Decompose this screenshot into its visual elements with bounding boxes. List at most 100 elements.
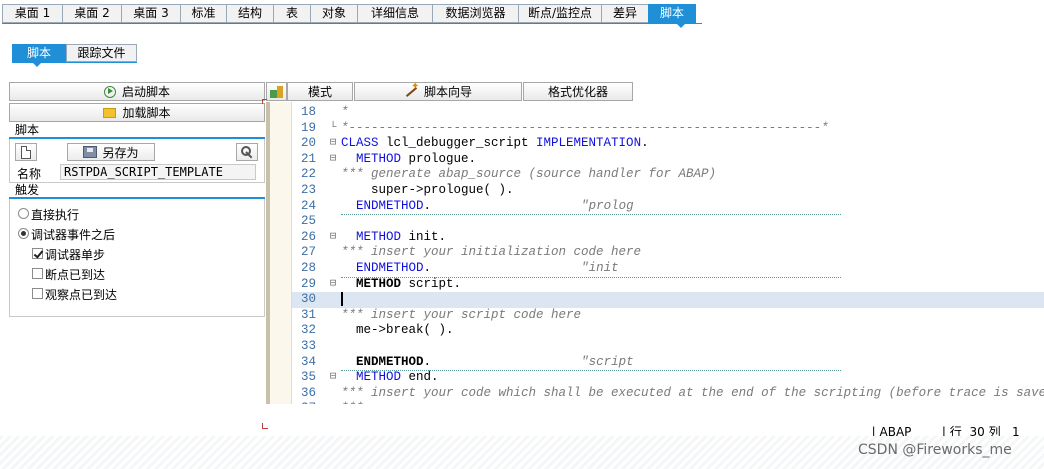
editor-toolbar: 模式 脚本向导 格式优化器 (266, 81, 1044, 102)
save-icon (83, 146, 98, 158)
line-number: 27 (300, 245, 316, 260)
code-text: *** generate abap_source (source handler… (341, 167, 717, 182)
radio-after-debugger-event-label: 调试器事件之后 (31, 228, 116, 242)
code-line[interactable]: 25 (292, 214, 1044, 230)
fold-toggle-icon[interactable]: ⊟ (328, 230, 338, 246)
code-line[interactable]: 21 ⊟ METHOD prologue. (292, 152, 1044, 168)
tab-table[interactable]: 表 (273, 4, 310, 23)
subtab-script[interactable]: 脚本 (12, 44, 66, 62)
magic-wand-icon (404, 81, 419, 99)
script-wizard-label: 脚本向导 (423, 85, 472, 99)
line-number: 37 (292, 401, 316, 404)
new-script-button[interactable] (15, 143, 37, 161)
start-script-button[interactable]: 启动脚本 (9, 82, 265, 101)
line-number: 29 (300, 276, 316, 291)
code-text: super->prologue( ). (341, 183, 514, 197)
subtab-trace-file[interactable]: 跟踪文件 (66, 44, 137, 62)
fold-toggle-icon[interactable]: ⊟ (328, 277, 338, 293)
checkbox-watchpoint-reached-label: 观察点已到达 (45, 288, 118, 302)
script-name-field[interactable]: RSTPDA_SCRIPT_TEMPLATE (60, 164, 256, 180)
pretty-printer-button[interactable]: 格式优化器 (523, 82, 633, 101)
fold-toggle-icon[interactable]: ⊟ (328, 370, 338, 386)
code-text: METHOD end. (356, 370, 439, 385)
line-number: 32 (300, 323, 316, 338)
display-objects-icon (269, 85, 284, 99)
code-line[interactable]: 32 me->break( ). (292, 323, 1044, 339)
line-number: 26 (300, 229, 316, 244)
abap-code-editor[interactable]: 18 * 19 └ *---------------------------------… (266, 102, 1044, 404)
tab-script[interactable]: 脚本 (648, 4, 696, 23)
code-line[interactable]: 31 *** insert your script code here (292, 308, 1044, 324)
script-wizard-button[interactable]: 脚本向导 (354, 81, 522, 101)
code-text: *** insert your initialization code here (341, 245, 642, 260)
fold-toggle-icon[interactable]: ⊟ (328, 136, 338, 152)
tab-diff[interactable]: 差异 (601, 4, 648, 23)
line-number: 34 (300, 354, 316, 369)
fold-guide: └ (329, 121, 337, 134)
code-line[interactable]: 24 ENDMETHOD. "prolog (292, 199, 1044, 216)
code-line[interactable]: 36 *** insert your code which shall be ex… (292, 386, 1044, 402)
radio-after-debugger-event[interactable] (18, 228, 29, 239)
code-text: *** insert your code which shall be exec… (341, 385, 1044, 400)
code-line[interactable]: 33 (292, 339, 1044, 355)
code-line[interactable]: 20 ⊟ CLASS lcl_debugger_script IMPLEMENTAT… (292, 136, 1044, 152)
checkbox-watchpoint-reached[interactable] (32, 288, 43, 299)
line-number: 22 (300, 167, 316, 182)
tab-desktop-3[interactable]: 桌面 3 (121, 4, 180, 23)
code-line[interactable]: 30 (292, 292, 1044, 308)
sub-tab-strip: 脚本 跟踪文件 (12, 44, 137, 62)
code-text: METHOD prologue. (356, 151, 477, 166)
checkbox-breakpoint-reached[interactable] (32, 268, 43, 279)
code-line[interactable]: 35 ⊟ METHOD end. (292, 370, 1044, 386)
code-text: ENDMETHOD. "script (341, 355, 841, 372)
code-line[interactable]: 34 ENDMETHOD. "script (292, 354, 1044, 372)
code-line[interactable]: 27 *** insert your initialization code he… (292, 245, 1044, 261)
code-line[interactable]: 29 ⊟ METHOD script. (292, 277, 1044, 293)
code-line[interactable]: 22 *** generate abap_source (source handl… (292, 167, 1044, 183)
display-objects-button[interactable] (266, 82, 287, 101)
code-line[interactable]: 26 ⊟ METHOD init. (292, 230, 1044, 246)
mode-button[interactable]: 模式 (287, 82, 353, 101)
load-script-label: 加载脚本 (122, 106, 171, 120)
code-text: *** insert your script code here (341, 307, 582, 322)
code-line[interactable]: 28 ENDMETHOD. "init (292, 261, 1044, 278)
line-number: 23 (300, 183, 316, 197)
editor-gutter-edge (266, 102, 270, 404)
line-number: 35 (300, 370, 316, 385)
code-line[interactable]: 19 └ *------------------------------------… (292, 121, 1044, 137)
load-script-button[interactable]: 加载脚本 (9, 103, 265, 122)
trigger-group-header: 触发 (9, 183, 265, 199)
save-as-button[interactable]: 另存为 (67, 143, 155, 161)
script-settings-button[interactable] (236, 143, 258, 161)
fold-toggle-icon[interactable]: ⊟ (328, 152, 338, 168)
tab-desktop-1[interactable]: 桌面 1 (2, 4, 62, 23)
script-group-header: 脚本 (9, 123, 265, 139)
bottom-corner-mark (262, 423, 268, 429)
checkbox-debugger-single-step[interactable] (32, 248, 43, 259)
line-number: 31 (300, 307, 316, 322)
code-line[interactable]: 23 super->prologue( ). (292, 183, 1044, 199)
tab-data-browser[interactable]: 数据浏览器 (432, 4, 518, 23)
radio-direct-execute[interactable] (18, 208, 29, 219)
tab-details[interactable]: 详细信息 (357, 4, 432, 23)
code-text: CLASS lcl_debugger_script IMPLEMENTATION… (341, 136, 649, 151)
line-number: 18 (300, 105, 316, 119)
tab-objects[interactable]: 对象 (310, 4, 357, 23)
tab-structure[interactable]: 结构 (226, 4, 273, 23)
save-as-label: 另存为 (102, 145, 139, 160)
code-text: me->break( ). (341, 323, 454, 338)
tab-desktop-2[interactable]: 桌面 2 (62, 4, 121, 23)
watermark: CSDN @Fireworks_me (858, 442, 1012, 458)
line-number: 19 (300, 120, 316, 135)
code-text: ENDMETHOD. "init (341, 261, 841, 278)
pretty-printer-label: 格式优化器 (547, 85, 608, 99)
line-number: 33 (300, 339, 316, 353)
line-number: 25 (300, 214, 316, 229)
mode-label: 模式 (307, 85, 332, 99)
key-icon (240, 145, 254, 159)
code-line[interactable]: 18 * (292, 105, 1044, 121)
tab-breakpoints-watchpoints[interactable]: 断点/监控点 (518, 4, 601, 23)
line-number: 36 (300, 385, 316, 400)
tab-standard[interactable]: 标准 (180, 4, 226, 23)
code-line[interactable]: 37 *** (292, 401, 1044, 404)
